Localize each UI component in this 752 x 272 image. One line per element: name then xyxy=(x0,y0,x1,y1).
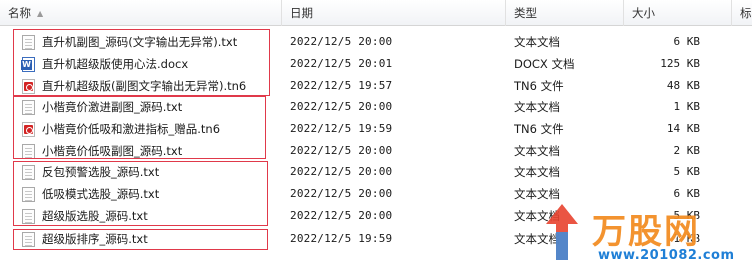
file-row[interactable]: 小楷竟价低吸副图_源码.txt 2022/12/5 20:00 文本文档 2 K… xyxy=(0,140,752,162)
file-date: 2022/12/5 20:00 xyxy=(290,144,393,157)
file-name: 直升机副图_源码(文字输出无异常).txt xyxy=(42,35,238,49)
watermark-url: www.201082.com xyxy=(598,248,735,263)
file-date: 2022/12/5 20:00 xyxy=(290,100,393,113)
file-size: 1 KB xyxy=(673,100,701,113)
file-date: 2022/12/5 19:59 xyxy=(290,122,393,135)
column-header-type[interactable]: 类型 xyxy=(506,0,624,26)
file-type: 文本文档 xyxy=(514,144,560,158)
file-row[interactable]: 小楷竟价激进副图_源码.txt 2022/12/5 20:00 文本文档 1 K… xyxy=(0,96,752,118)
column-header-bar: 名称 ▲ 日期 类型 大小 标记 xyxy=(0,0,752,26)
sort-ascending-icon: ▲ xyxy=(37,9,44,18)
file-row[interactable]: 小楷竟价低吸和激进指标_赠品.tn6 2022/12/5 19:59 TN6 文… xyxy=(0,118,752,140)
file-name: 低吸模式选股_源码.txt xyxy=(42,187,160,201)
file-type: TN6 文件 xyxy=(514,79,564,93)
file-date: 2022/12/5 20:00 xyxy=(290,209,393,222)
file-date: 2022/12/5 19:57 xyxy=(290,79,393,92)
file-name: 超级版选股_源码.txt xyxy=(42,209,148,223)
file-size: 6 KB xyxy=(673,35,701,48)
file-row[interactable]: 直升机超级版使用心法.docx 2022/12/5 20:01 DOCX 文档 … xyxy=(0,53,752,75)
watermark-arrow-icon xyxy=(546,204,578,260)
file-type: TN6 文件 xyxy=(514,122,564,136)
column-header-name-label: 名称 xyxy=(8,6,31,20)
file-date: 2022/12/5 20:00 xyxy=(290,165,393,178)
file-type: DOCX 文档 xyxy=(514,57,575,71)
file-row[interactable]: 直升机副图_源码(文字输出无异常).txt 2022/12/5 20:00 文本… xyxy=(0,31,752,53)
file-name: 超级版排序_源码.txt xyxy=(42,232,148,246)
file-name: 小楷竟价激进副图_源码.txt xyxy=(42,100,183,114)
file-name: 小楷竟价低吸和激进指标_赠品.tn6 xyxy=(42,122,221,136)
file-name: 小楷竟价低吸副图_源码.txt xyxy=(42,144,183,158)
column-header-size[interactable]: 大小 xyxy=(624,0,732,26)
file-name: 直升机超级版使用心法.docx xyxy=(42,57,189,71)
file-size: 14 KB xyxy=(666,122,700,135)
file-type: 文本文档 xyxy=(514,35,560,49)
file-size: 48 KB xyxy=(666,79,700,92)
file-date: 2022/12/5 20:01 xyxy=(290,57,393,70)
column-header-date[interactable]: 日期 xyxy=(282,0,506,26)
column-header-name[interactable]: 名称 ▲ xyxy=(0,0,282,26)
file-type: 文本文档 xyxy=(514,100,560,114)
file-size: 5 KB xyxy=(673,165,701,178)
file-row[interactable]: 直升机超级版(副图文字输出无异常).tn6 2022/12/5 19:57 TN… xyxy=(0,75,752,97)
file-date: 2022/12/5 19:59 xyxy=(290,232,393,245)
column-header-tag[interactable]: 标记 xyxy=(732,0,752,26)
file-type: 文本文档 xyxy=(514,165,560,179)
watermark-logo: 万股网 xyxy=(592,212,700,252)
file-row[interactable]: 反包预警选股_源码.txt 2022/12/5 20:00 文本文档 5 KB xyxy=(0,161,752,183)
file-date: 2022/12/5 20:00 xyxy=(290,187,393,200)
file-name: 反包预警选股_源码.txt xyxy=(42,165,160,179)
file-size: 2 KB xyxy=(673,144,701,157)
file-name: 直升机超级版(副图文字输出无异常).tn6 xyxy=(42,79,247,93)
watermark: 万股网 www.201082.com xyxy=(538,196,752,272)
file-size: 125 KB xyxy=(660,57,700,70)
file-date: 2022/12/5 20:00 xyxy=(290,35,393,48)
